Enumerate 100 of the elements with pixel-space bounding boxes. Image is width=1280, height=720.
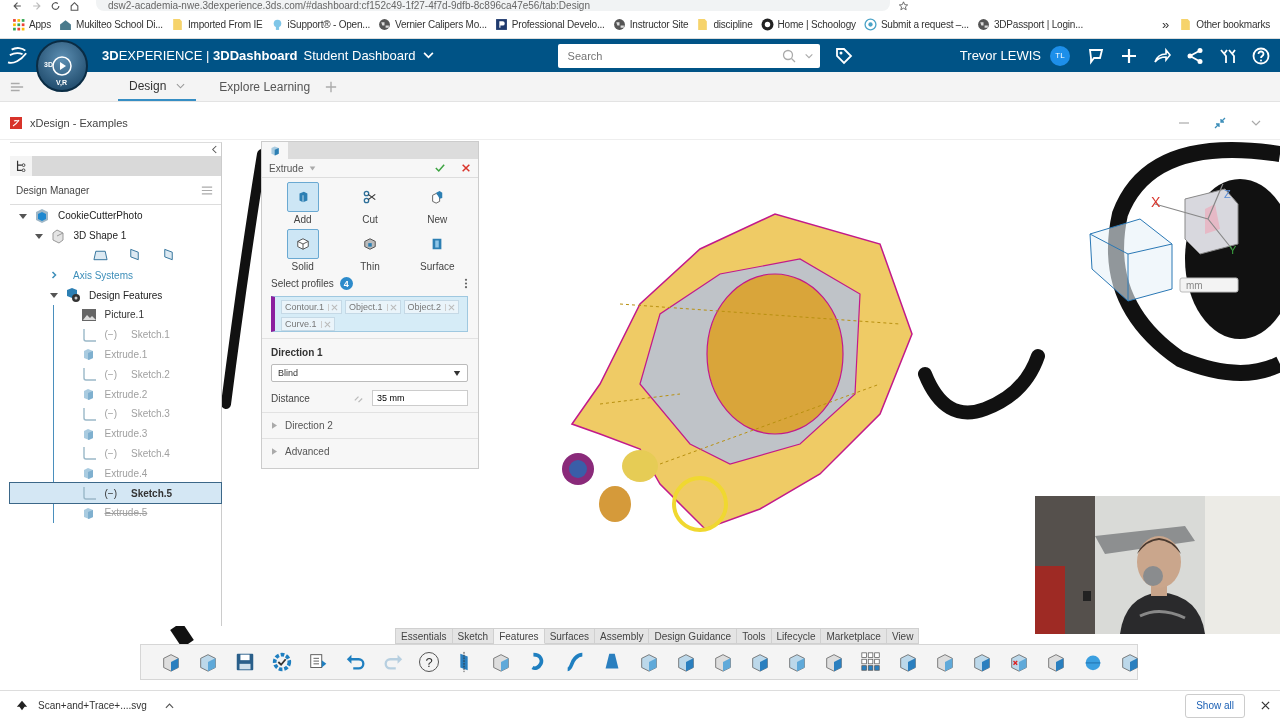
- dashboard-tab[interactable]: Design: [118, 72, 197, 101]
- bookmark-label: Home | Schoology: [777, 19, 856, 30]
- bookmark[interactable]: Home | Schoology: [760, 18, 856, 31]
- url-text: dsw2-academia-nwe.3dexperience.3ds.com/#dashboard:cf152c49-1f27-4f7d-9dfb-8c896ca47e56/tab:Design: [108, 0, 590, 11]
- inkscape-file-icon: [16, 699, 28, 712]
- collapse-arrows-icon[interactable]: [1214, 117, 1226, 129]
- section-title: Direction 1: [271, 347, 323, 358]
- tree-icon: [15, 160, 27, 172]
- profile-chip[interactable]: Object.2: [403, 300, 460, 314]
- chevron-up-icon[interactable]: [164, 702, 174, 709]
- dropdown-arrow-icon[interactable]: [309, 165, 317, 171]
- view-cube-drawing[interactable]: X Z Y mm: [1085, 184, 1280, 304]
- toolbar-tab[interactable]: Lifecycle: [771, 628, 822, 644]
- dashboard-title[interactable]: Student Dashboard: [303, 48, 416, 63]
- feature-tab[interactable]: [262, 142, 288, 159]
- profile-selection-box[interactable]: Contour.1 Object.1 Object.2 Curve.1: [271, 296, 468, 332]
- bookmark[interactable]: discipline: [696, 18, 753, 31]
- toolbar-tab[interactable]: Tools: [737, 628, 772, 644]
- collapsible-section[interactable]: Direction 2: [262, 412, 478, 438]
- part-icon[interactable]: [160, 651, 182, 673]
- option-button[interactable]: New: [403, 182, 471, 225]
- toolbar-tab[interactable]: Surfaces: [544, 628, 596, 644]
- toolbar-tab[interactable]: Sketch: [452, 628, 495, 644]
- expand-caret-icon[interactable]: [49, 270, 59, 281]
- bookmark[interactable]: Vernier Calipers Mo...: [378, 18, 487, 31]
- tag-icon[interactable]: [834, 46, 853, 65]
- axis-label: Y: [1229, 244, 1237, 256]
- sketch-icon: [80, 326, 97, 343]
- bookmark[interactable]: Other bookmarks: [1179, 18, 1270, 31]
- tree-row[interactable]: (−) Sketch.5: [10, 483, 221, 503]
- cube-cross-icon[interactable]: [1008, 651, 1030, 673]
- pattern-icon[interactable]: [860, 651, 882, 673]
- profile-chip[interactable]: Contour.1: [281, 300, 343, 314]
- star-icon[interactable]: [898, 0, 909, 11]
- reload-icon[interactable]: [50, 0, 61, 11]
- toolbar-tab[interactable]: View: [886, 628, 920, 644]
- option-button[interactable]: Thin: [336, 229, 404, 272]
- download-item[interactable]: Scan+and+Trace+....svg: [38, 700, 147, 711]
- option-button[interactable]: Add: [269, 182, 337, 225]
- menu-icon[interactable]: [201, 184, 213, 196]
- tree-label: Extrude.1: [104, 348, 148, 360]
- home-icon[interactable]: [69, 0, 80, 11]
- profile-chip[interactable]: Curve.1: [281, 317, 335, 331]
- plane-icon[interactable]: [93, 248, 108, 263]
- plane-icon[interactable]: [161, 248, 176, 263]
- option-button[interactable]: Solid: [269, 229, 337, 272]
- checkmark-icon[interactable]: [435, 163, 445, 173]
- gear-icon[interactable]: [271, 651, 293, 673]
- toolbar-tab[interactable]: Design Guidance: [649, 628, 738, 644]
- end-condition-dropdown[interactable]: Blind: [271, 364, 468, 382]
- more-bookmarks-button[interactable]: »: [1162, 17, 1170, 32]
- circle-icon: [863, 18, 877, 31]
- scissors-icon: [363, 190, 377, 204]
- profile-chip[interactable]: Object.1: [345, 300, 401, 314]
- collapsible-section[interactable]: Advanced: [262, 438, 478, 464]
- tree-row[interactable]: 3D Shape 1: [10, 225, 221, 246]
- bookmark-label: Instructor Site: [629, 19, 689, 30]
- search-field[interactable]: Search: [565, 48, 774, 63]
- distance-field[interactable]: 35 mm: [372, 390, 468, 406]
- back-icon[interactable]: [12, 0, 23, 11]
- save-icon[interactable]: [234, 651, 256, 673]
- help-icon[interactable]: [1252, 46, 1270, 65]
- option-button[interactable]: Surface: [403, 229, 471, 272]
- tree-row[interactable]: Picture.1: [10, 305, 221, 325]
- menu-icon[interactable]: [10, 80, 24, 93]
- search-icon[interactable]: [781, 48, 796, 63]
- image-icon: [80, 306, 97, 323]
- toolbar-tab[interactable]: Essentials: [395, 628, 453, 644]
- bookmark[interactable]: Apps: [12, 18, 51, 31]
- plane-icon[interactable]: [127, 248, 142, 263]
- user-name[interactable]: Trevor LEWIS: [959, 48, 1041, 63]
- bookmark-label: Other bookmarks: [1196, 19, 1270, 30]
- show-all-button[interactable]: Show all: [1185, 693, 1245, 718]
- bookmark[interactable]: Professional Develo...: [494, 18, 605, 31]
- bookmark[interactable]: iSupport® - Open...: [270, 18, 371, 31]
- bookmark[interactable]: Mukilteo School Di...: [59, 18, 163, 31]
- brand-title: 3DEXPERIENCE | 3DDashboard: [102, 48, 298, 63]
- bookmark[interactable]: Instructor Site: [612, 18, 689, 31]
- search-bar[interactable]: Search: [557, 43, 820, 68]
- close-icon[interactable]: [1261, 701, 1270, 710]
- tree-row[interactable]: Design Features: [10, 285, 221, 305]
- more-options-icon[interactable]: [464, 278, 468, 289]
- toolbar-tab[interactable]: Assembly: [595, 628, 650, 644]
- bookmark[interactable]: 3DPassport | Login...: [976, 18, 1083, 31]
- bookmark[interactable]: Submit a request –...: [863, 18, 969, 31]
- play-icon[interactable]: [52, 56, 72, 76]
- network-icon[interactable]: [1186, 46, 1204, 65]
- toolbar-tab[interactable]: Marketplace: [821, 628, 887, 644]
- address-bar[interactable]: dsw2-academia-nwe.3dexperience.3ds.com/#dashboard:cf152c49-1f27-4f7d-9dfb-8c896ca47e56/tab:Design: [96, 0, 890, 11]
- option-button[interactable]: Cut: [336, 182, 404, 225]
- dashboard-tab[interactable]: Explore Learning: [208, 72, 322, 101]
- tree-row[interactable]: Axis Systems: [10, 265, 221, 286]
- speech-bubble-icon[interactable]: [1087, 46, 1105, 65]
- tree-tab[interactable]: [10, 156, 32, 176]
- cube-icon[interactable]: [1119, 651, 1141, 673]
- bookmark[interactable]: Imported From IE: [170, 18, 263, 31]
- toolbar-tab[interactable]: Features: [494, 628, 545, 644]
- share-arrow-icon[interactable]: [1153, 46, 1171, 65]
- collapse-icon[interactable]: [211, 145, 218, 154]
- tree-row[interactable]: CookieCutterPhoto: [10, 206, 221, 226]
